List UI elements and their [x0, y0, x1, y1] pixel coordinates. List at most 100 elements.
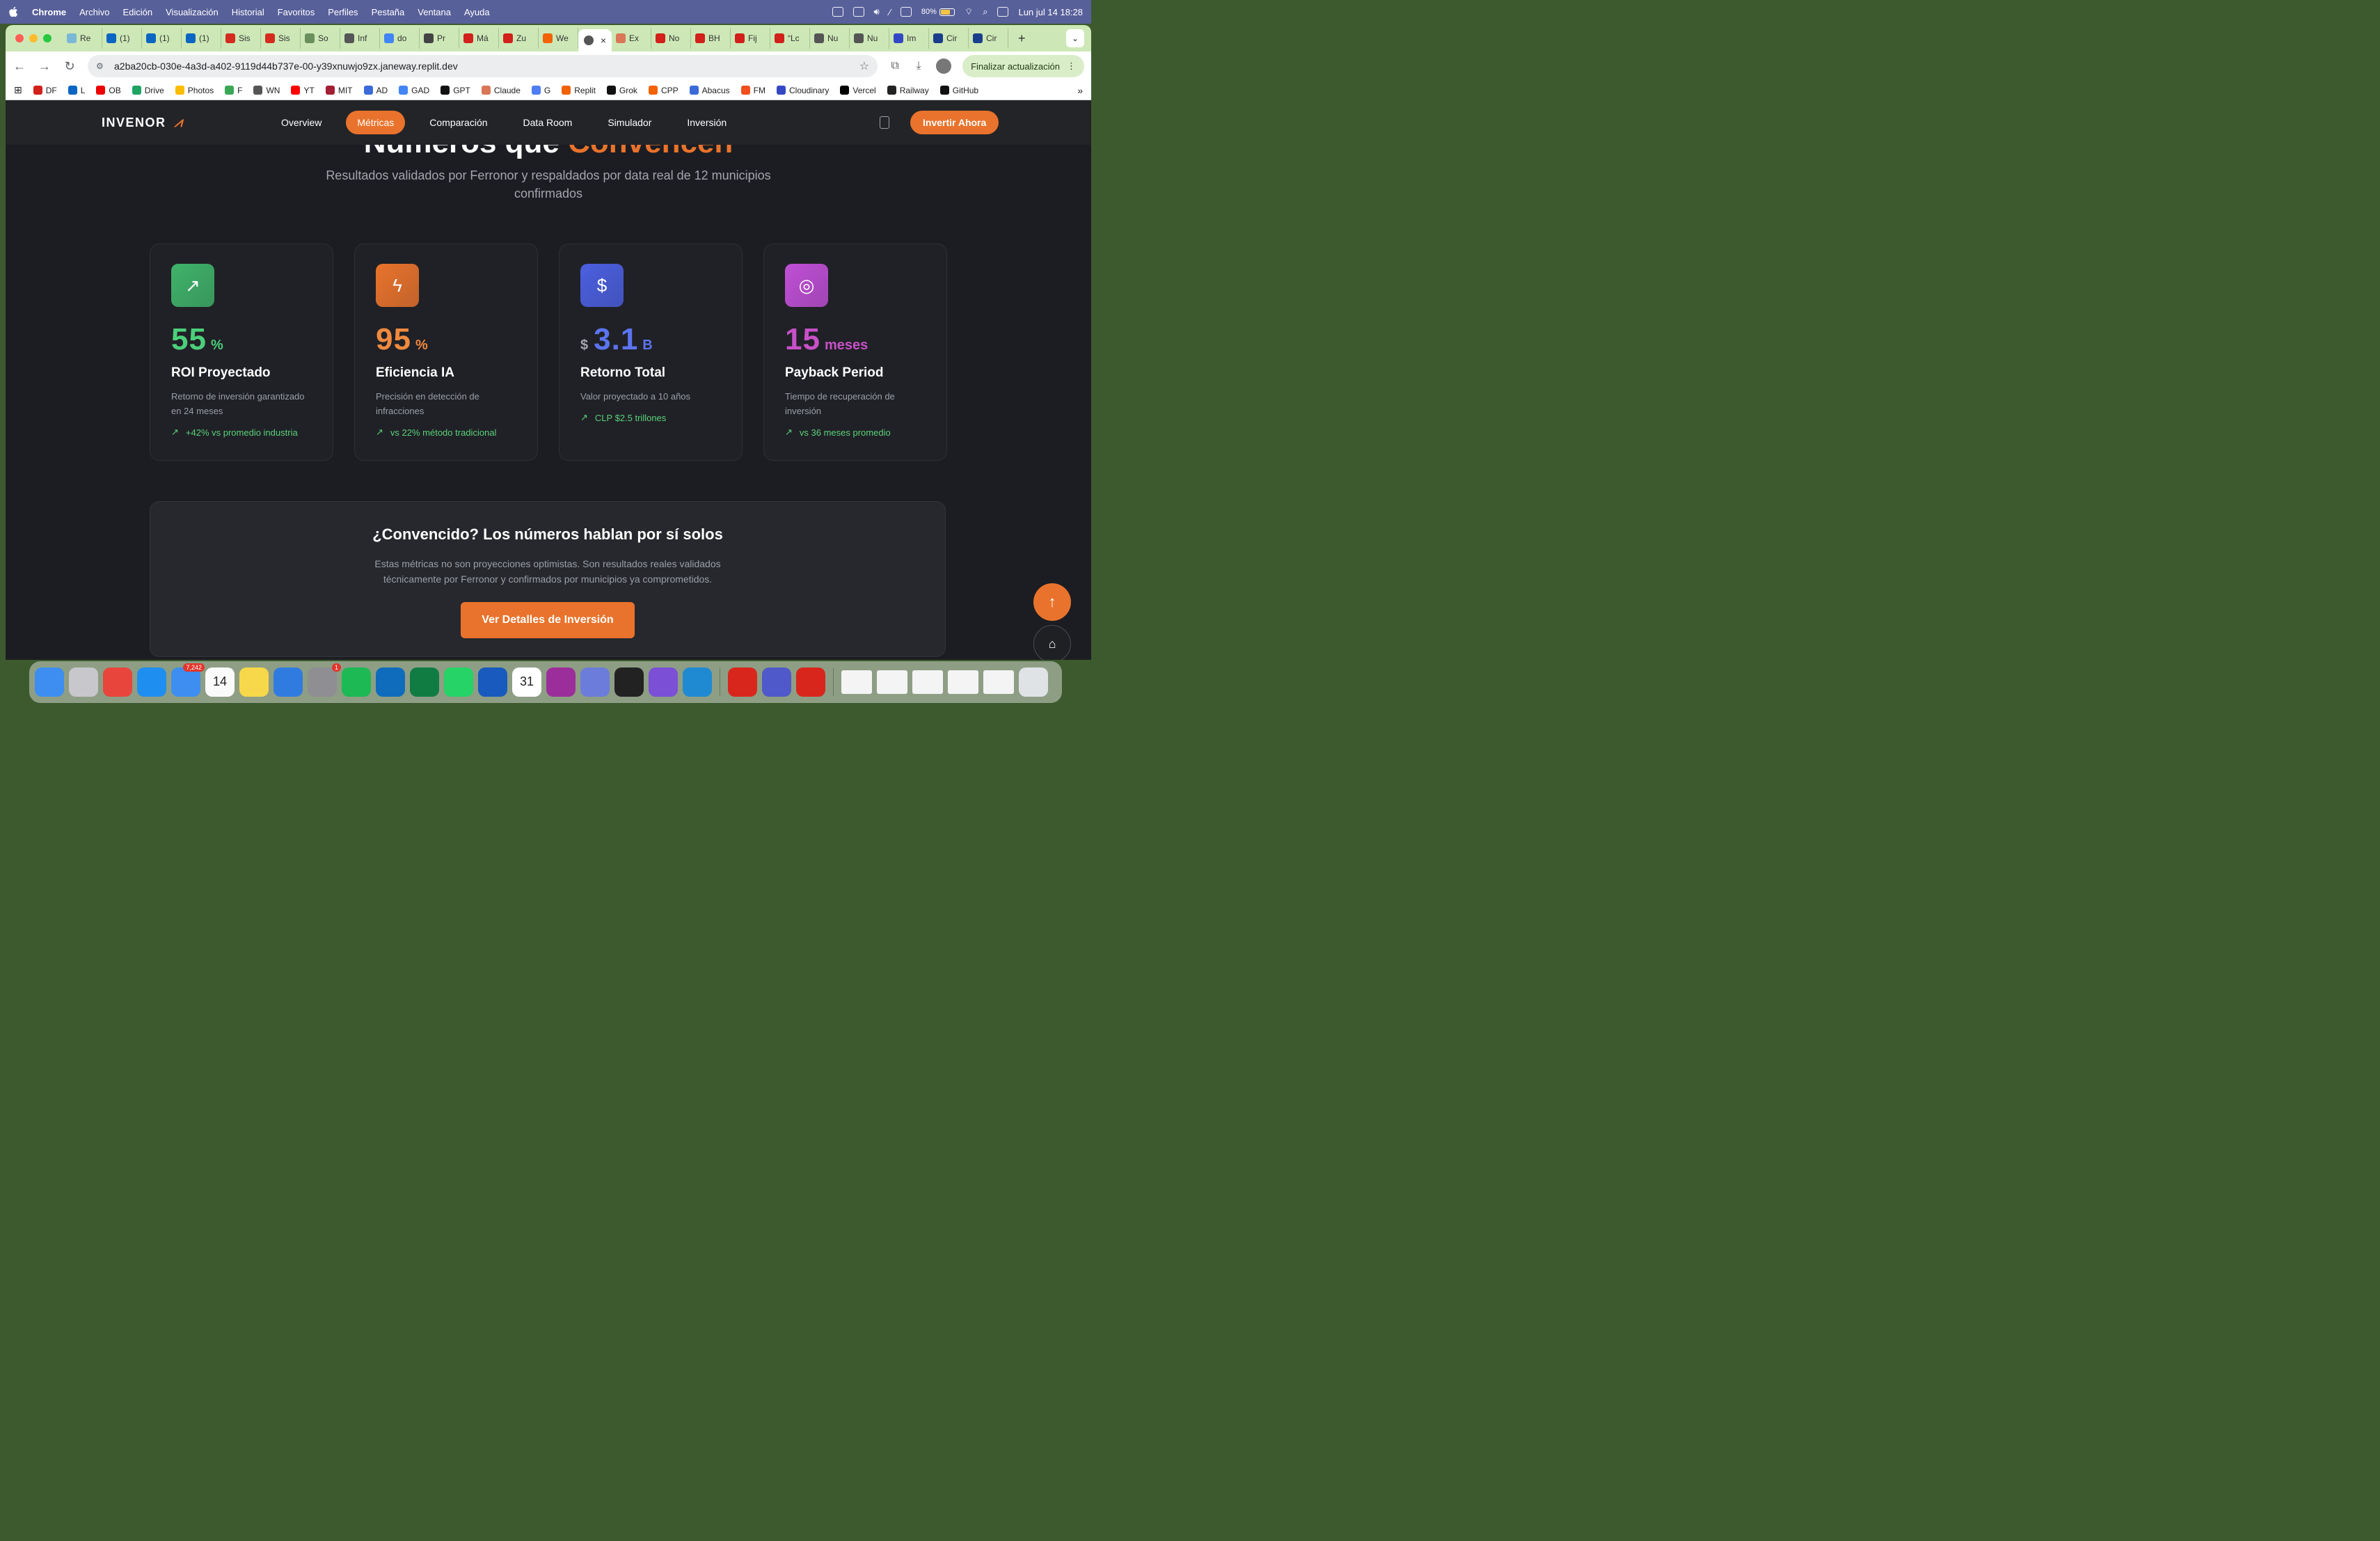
dock-mail-icon[interactable]: 7,242: [171, 663, 205, 697]
menubar-clock[interactable]: Lun jul 14 18:28: [1018, 7, 1083, 17]
extensions-icon[interactable]: ⧉: [889, 60, 901, 72]
dock-launchpad-icon[interactable]: [69, 667, 98, 697]
browser-tab[interactable]: (1): [102, 28, 142, 49]
browser-tab[interactable]: Nu: [810, 28, 850, 49]
browser-tab[interactable]: (1): [182, 28, 221, 49]
bookmark-item[interactable]: Railway: [883, 86, 933, 95]
dock-notes-icon[interactable]: [239, 667, 269, 697]
close-tab-icon[interactable]: ×: [601, 35, 606, 46]
bookmark-item[interactable]: OB: [92, 86, 125, 95]
investment-details-button[interactable]: Ver Detalles de Inversión: [461, 602, 635, 638]
bookmark-item[interactable]: GPT: [436, 86, 475, 95]
invest-now-button[interactable]: Invertir Ahora: [910, 111, 999, 134]
dock-acrobat-icon[interactable]: [728, 667, 757, 697]
home-button[interactable]: ⌂: [1033, 625, 1071, 660]
dock-settings-icon[interactable]: 1: [308, 663, 341, 697]
bookmark-item[interactable]: Replit: [557, 86, 600, 95]
menu-perfiles[interactable]: Perfiles: [328, 7, 358, 17]
bookmark-item[interactable]: GitHub: [936, 86, 983, 95]
bookmark-star-icon[interactable]: ☆: [859, 59, 869, 73]
dock-github-desktop-icon[interactable]: [649, 667, 678, 697]
browser-tab[interactable]: Inf: [340, 28, 380, 49]
dock-outlook-icon[interactable]: [376, 667, 405, 697]
menu-app-name[interactable]: Chrome: [32, 7, 66, 17]
menu-ayuda[interactable]: Ayuda: [464, 7, 490, 17]
browser-tab[interactable]: Sis: [221, 28, 261, 49]
browser-tab[interactable]: So: [301, 28, 340, 49]
bookmark-item[interactable]: Abacus: [685, 86, 734, 95]
bookmark-item[interactable]: Grok: [603, 86, 642, 95]
nav-link-inversión[interactable]: Inversión: [676, 111, 738, 134]
menu-archivo[interactable]: Archivo: [79, 7, 109, 17]
forward-arrow-icon[interactable]: →: [38, 59, 51, 74]
menu-ventana[interactable]: Ventana: [418, 7, 451, 17]
display-icon[interactable]: [900, 7, 912, 17]
browser-tab[interactable]: BH: [691, 28, 731, 49]
bookmark-item[interactable]: WN: [249, 86, 284, 95]
browser-tab[interactable]: Zu: [499, 28, 539, 49]
update-button[interactable]: Finalizar actualización ⋮: [962, 55, 1084, 77]
browser-tab[interactable]: Má: [459, 28, 499, 49]
volume-icon[interactable]: 🔊︎: [874, 6, 880, 17]
dock-replit-icon[interactable]: [614, 667, 644, 697]
apps-grid-icon[interactable]: ⊞: [14, 84, 22, 96]
menu-pestana[interactable]: Pestaña: [372, 7, 405, 17]
kebab-menu-icon[interactable]: ⋮: [1067, 61, 1076, 72]
dock-orb-icon[interactable]: [546, 667, 576, 697]
browser-tab[interactable]: (1): [142, 28, 182, 49]
dock-safari-icon[interactable]: [137, 667, 166, 697]
bookmark-item[interactable]: Vercel: [836, 86, 880, 95]
browser-tab[interactable]: Nu: [850, 28, 889, 49]
dock-finder-icon[interactable]: [35, 667, 64, 697]
drive-status-icon[interactable]: [852, 7, 864, 17]
dock-keynote-icon[interactable]: [273, 667, 303, 697]
reload-icon[interactable]: ↻: [63, 59, 77, 74]
dock-teams-icon[interactable]: [762, 667, 791, 697]
downloads-icon[interactable]: ⤓: [912, 60, 925, 72]
browser-tab[interactable]: Fij: [731, 28, 770, 49]
bookmark-item[interactable]: CPP: [644, 86, 683, 95]
site-logo[interactable]: INVENOR ⩘: [102, 115, 183, 131]
dock-recent-document[interactable]: [948, 670, 978, 694]
dock-calendar-icon[interactable]: 14: [205, 667, 235, 697]
dock-recent-document[interactable]: [912, 670, 943, 694]
browser-tab[interactable]: Pr: [420, 28, 459, 49]
browser-tab[interactable]: No: [651, 28, 691, 49]
outlook-status-icon[interactable]: [832, 7, 843, 17]
dock-excel-icon[interactable]: [410, 667, 439, 697]
apple-icon[interactable]: [8, 6, 18, 17]
bookmark-item[interactable]: Cloudinary: [772, 86, 833, 95]
dock-whatsapp-icon[interactable]: [444, 667, 473, 697]
browser-tab[interactable]: “Lc: [770, 28, 810, 49]
bookmark-item[interactable]: GAD: [395, 86, 434, 95]
trash-icon[interactable]: [1019, 667, 1048, 697]
browser-tab[interactable]: Re: [63, 28, 102, 49]
more-bookmarks-icon[interactable]: »: [1077, 85, 1083, 96]
bookmark-item[interactable]: AD: [360, 86, 392, 95]
browser-tab[interactable]: do: [380, 28, 420, 49]
bookmark-item[interactable]: DF: [29, 86, 61, 95]
bookmark-item[interactable]: F: [221, 86, 246, 95]
browser-tab[interactable]: Cir: [929, 28, 969, 49]
profile-avatar[interactable]: [936, 58, 952, 74]
scroll-to-top-button[interactable]: ↑: [1033, 583, 1071, 621]
address-bar[interactable]: ⚙ a2ba20cb-030e-4a3d-a402-9119d44b737e-0…: [88, 55, 878, 77]
dock-iphone-mirror-icon[interactable]: [580, 667, 610, 697]
spotlight-search-icon[interactable]: ⌕: [983, 6, 987, 17]
menu-edicion[interactable]: Edición: [122, 7, 152, 17]
bookmark-item[interactable]: Photos: [171, 86, 218, 95]
nav-link-data-room[interactable]: Data Room: [512, 111, 584, 134]
tab-active[interactable]: ×: [578, 29, 612, 52]
menu-historial[interactable]: Historial: [232, 7, 264, 17]
bookmark-item[interactable]: Claude: [477, 86, 525, 95]
dock-recent-document[interactable]: [841, 670, 872, 694]
calculator-icon[interactable]: [880, 116, 889, 129]
bookmark-item[interactable]: Drive: [128, 86, 168, 95]
bookmark-item[interactable]: YT: [287, 86, 318, 95]
browser-tab[interactable]: We: [539, 28, 578, 49]
nav-link-métricas[interactable]: Métricas: [346, 111, 406, 134]
dock-recent-document[interactable]: [877, 670, 907, 694]
nav-link-overview[interactable]: Overview: [270, 111, 333, 134]
dock-word-icon[interactable]: [478, 667, 507, 697]
dock-recent-document[interactable]: [983, 670, 1014, 694]
